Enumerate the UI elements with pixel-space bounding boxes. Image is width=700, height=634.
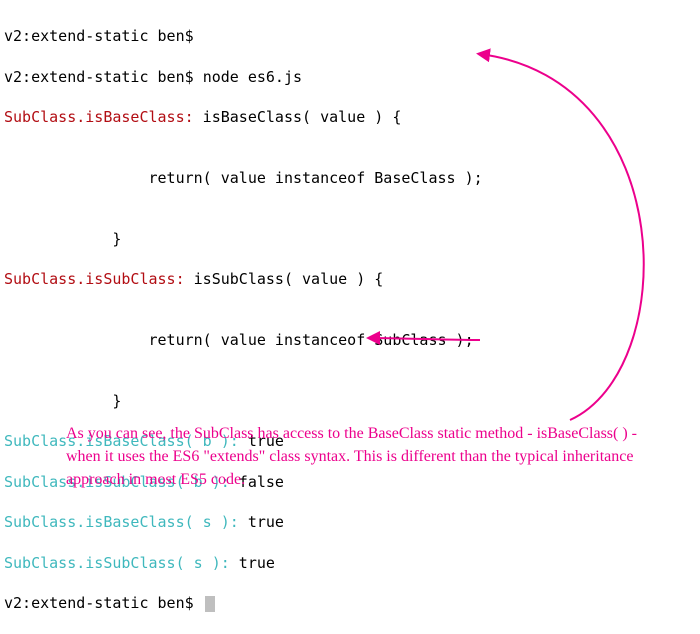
output-line: } xyxy=(4,391,700,411)
prompt-line: v2:extend-static ben$ xyxy=(4,593,700,613)
output-line: SubClass.isSubClass( s ): true xyxy=(4,553,700,573)
output-line: } xyxy=(4,229,700,249)
output-label: SubClass.isBaseClass( s ): xyxy=(4,513,239,531)
output-text: isSubClass( value ) { xyxy=(185,270,384,288)
output-value: true xyxy=(239,513,284,531)
output-line: return( value instanceof BaseClass ); xyxy=(4,168,700,188)
output-line: SubClass.isSubClass: isSubClass( value )… xyxy=(4,269,700,289)
cursor-icon xyxy=(205,596,215,612)
output-line: SubClass.isBaseClass: isBaseClass( value… xyxy=(4,107,700,127)
output-label: SubClass.isSubClass: xyxy=(4,270,185,288)
prompt: v2:extend-static ben$ xyxy=(4,68,203,86)
annotation-text: As you can see, the SubClass has access … xyxy=(66,422,666,492)
terminal-output: v2:extend-static ben$ v2:extend-static b… xyxy=(0,0,700,634)
command-line: v2:extend-static ben$ node es6.js xyxy=(4,67,700,87)
output-line: return( value instanceof SubClass ); xyxy=(4,330,700,350)
prompt: v2:extend-static ben$ xyxy=(4,594,203,612)
command: node es6.js xyxy=(203,68,302,86)
output-label: SubClass.isBaseClass: xyxy=(4,108,194,126)
prompt: v2:extend-static ben$ xyxy=(4,27,203,45)
output-value: true xyxy=(230,554,275,572)
output-label: SubClass.isSubClass( s ): xyxy=(4,554,230,572)
output-line: SubClass.isBaseClass( s ): true xyxy=(4,512,700,532)
prompt-line: v2:extend-static ben$ xyxy=(4,26,700,46)
output-text: isBaseClass( value ) { xyxy=(194,108,402,126)
